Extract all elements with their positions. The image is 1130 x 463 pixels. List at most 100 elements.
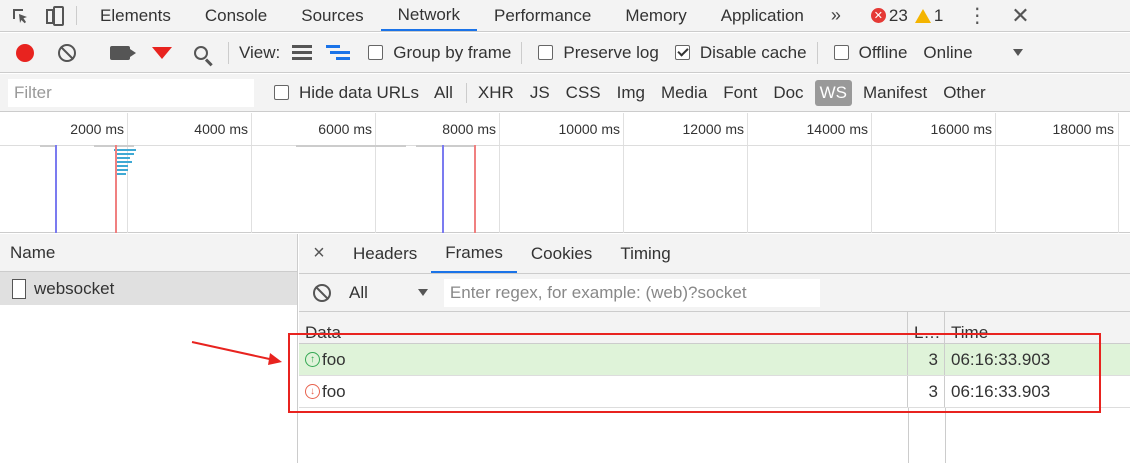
tab-frames[interactable]: Frames <box>431 234 517 273</box>
tab-memory[interactable]: Memory <box>608 0 703 31</box>
throttling-select[interactable]: Online <box>923 43 1023 63</box>
tab-sources[interactable]: Sources <box>284 0 380 31</box>
filter-icon[interactable] <box>152 46 172 59</box>
filter-input[interactable] <box>8 78 254 107</box>
type-filter-manifest[interactable]: Manifest <box>858 80 932 106</box>
annotation-highlight-box <box>288 333 1101 413</box>
load-marker <box>474 145 476 233</box>
preserve-log-checkbox[interactable] <box>538 45 554 60</box>
close-devtools-icon[interactable]: ✕ <box>1011 0 1029 31</box>
inspect-element-icon[interactable] <box>0 0 40 31</box>
tab-headers[interactable]: Headers <box>339 234 431 273</box>
type-filter-xhr[interactable]: XHR <box>473 80 519 106</box>
more-tabs-button[interactable]: » <box>821 0 851 31</box>
request-bar <box>116 157 130 159</box>
annotation-arrow-icon <box>191 341 282 365</box>
divider <box>228 41 229 64</box>
grid-line <box>995 113 996 233</box>
request-bar <box>94 145 134 147</box>
tick-label: 10000 ms <box>558 121 620 137</box>
request-bar <box>116 161 132 163</box>
request-bar <box>116 165 128 167</box>
type-filter-ws[interactable]: WS <box>814 79 852 106</box>
preserve-log-option[interactable]: Preserve log <box>538 43 659 63</box>
dom-content-loaded-marker <box>442 145 444 233</box>
request-bar <box>296 145 406 147</box>
record-icon[interactable] <box>16 43 34 62</box>
disable-cache-option[interactable]: Disable cache <box>674 42 807 63</box>
view-label: View: <box>239 42 281 62</box>
hide-data-urls-checkbox[interactable] <box>274 85 289 100</box>
tab-elements[interactable]: Elements <box>83 0 188 31</box>
chevron-down-icon <box>1012 49 1023 56</box>
request-bar <box>116 169 128 171</box>
group-by-frame-checkbox[interactable] <box>368 45 384 60</box>
hide-data-urls-option[interactable]: Hide data URLs <box>274 83 419 103</box>
tick-label: 4000 ms <box>194 121 248 137</box>
tab-network[interactable]: Network <box>380 0 477 31</box>
clear-frames-icon[interactable] <box>313 283 331 302</box>
offline-checkbox[interactable] <box>833 45 849 60</box>
tab-cookies[interactable]: Cookies <box>517 234 606 273</box>
offline-label: Offline <box>858 42 908 62</box>
warning-icon <box>914 8 931 23</box>
name-column-header[interactable]: Name <box>0 234 297 272</box>
ruler-baseline <box>0 145 1130 146</box>
tab-application[interactable]: Application <box>704 0 821 31</box>
request-bar <box>40 145 56 147</box>
offline-option[interactable]: Offline <box>833 42 908 63</box>
large-rows-icon[interactable] <box>292 45 313 60</box>
load-marker <box>115 145 117 233</box>
disable-cache-label: Disable cache <box>699 42 807 62</box>
network-overview-timeline[interactable]: 2000 ms 4000 ms 6000 ms 8000 ms 10000 ms… <box>0 113 1130 233</box>
group-by-frame-label: Group by frame <box>393 42 512 62</box>
frame-regex-input[interactable] <box>443 278 820 307</box>
tick-label: 14000 ms <box>806 121 868 137</box>
tab-timing[interactable]: Timing <box>606 234 684 273</box>
name-header-label: Name <box>10 242 56 262</box>
type-filter-js[interactable]: JS <box>525 80 555 106</box>
divider <box>816 41 818 64</box>
request-bar <box>116 173 126 175</box>
error-icon: ✕ <box>870 8 886 23</box>
devtools-main-tabbar: Elements Console Sources Network Perform… <box>0 0 1130 32</box>
chevron-down-icon <box>417 289 428 296</box>
error-warning-counter[interactable]: ✕ 23 1 <box>870 0 943 31</box>
clear-icon[interactable] <box>58 43 76 62</box>
tick-label: 2000 ms <box>70 121 124 137</box>
type-filter-css[interactable]: CSS <box>561 80 606 106</box>
type-filter-font[interactable]: Font <box>718 80 762 106</box>
filter-bar: Hide data URLs All XHR JS CSS Img Media … <box>0 74 1130 112</box>
tick-label: 6000 ms <box>318 121 372 137</box>
search-icon[interactable] <box>194 45 208 60</box>
request-row[interactable]: websocket <box>0 272 297 305</box>
type-filter-other[interactable]: Other <box>938 80 991 106</box>
close-details-icon[interactable]: × <box>299 234 339 273</box>
type-filter-img[interactable]: Img <box>612 80 650 106</box>
frame-type-select[interactable]: All <box>349 283 428 303</box>
grid-line <box>1118 113 1119 233</box>
frame-type-value: All <box>349 282 368 302</box>
grid-line <box>127 113 128 233</box>
tab-console[interactable]: Console <box>188 0 284 31</box>
screenshot-icon[interactable] <box>110 45 136 60</box>
tick-label: 12000 ms <box>682 121 744 137</box>
frames-filter-bar: All <box>299 274 1130 312</box>
request-bar <box>114 149 136 151</box>
disable-cache-checkbox[interactable] <box>674 45 690 60</box>
group-by-frame-option[interactable]: Group by frame <box>368 43 511 63</box>
frames-empty-area <box>299 408 1130 463</box>
type-filter-all[interactable]: All <box>429 80 458 106</box>
tab-performance[interactable]: Performance <box>477 0 608 31</box>
overview-icon[interactable] <box>326 45 351 60</box>
network-toolbar: View: Group by frame Preserve log Disabl… <box>0 33 1130 73</box>
type-filter-doc[interactable]: Doc <box>768 80 808 106</box>
device-toolbar-icon[interactable] <box>40 0 70 31</box>
kebab-menu-icon[interactable]: ⋮ <box>967 0 987 31</box>
details-tabbar: × Headers Frames Cookies Timing <box>299 234 1130 274</box>
document-icon <box>12 278 26 299</box>
grid-line <box>747 113 748 233</box>
type-filter-media[interactable]: Media <box>656 80 712 106</box>
tick-label: 16000 ms <box>930 121 992 137</box>
error-count: 23 <box>888 5 908 25</box>
